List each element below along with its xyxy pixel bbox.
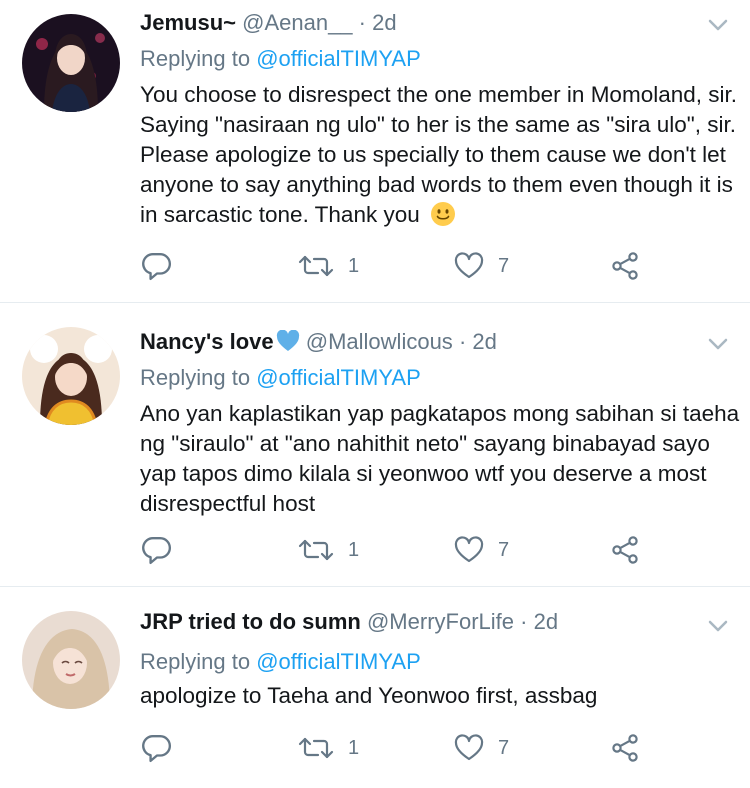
tweet[interactable]: Jemusu~ @Aenan__ · 2d Replying to @offic…	[0, 0, 750, 303]
display-name-text: Nancy's love	[140, 329, 274, 354]
retweet-button[interactable]: 1	[298, 730, 359, 766]
tweet-text: You choose to disrespect the one member …	[140, 80, 740, 230]
like-icon	[454, 734, 484, 762]
display-name[interactable]: Jemusu~	[140, 10, 236, 35]
tweet-body: Ano yan kaplastikan yap pagkatapos mong …	[140, 401, 740, 516]
tweet-actions: 1 7	[140, 248, 660, 284]
timestamp[interactable]: 2d	[534, 609, 558, 634]
reply-button[interactable]	[142, 248, 172, 284]
like-icon	[454, 252, 484, 280]
reply-icon	[142, 733, 172, 763]
tweet-body: apologize to Taeha and Yeonwoo first, as…	[140, 683, 598, 708]
avatar[interactable]	[22, 14, 120, 112]
mention-link[interactable]: @officialTIMYAP	[256, 46, 421, 71]
avatar[interactable]	[22, 611, 120, 709]
retweet-button[interactable]: 1	[298, 248, 359, 284]
tweet[interactable]: JRP tried to do sumn @MerryForLife · 2d …	[0, 587, 750, 788]
like-button[interactable]: 7	[454, 730, 509, 766]
tweet-header: JRP tried to do sumn @MerryForLife · 2d	[140, 607, 558, 637]
separator-dot: ·	[458, 329, 467, 354]
retweet-icon	[298, 536, 334, 564]
chevron-down-icon[interactable]	[708, 18, 728, 32]
tweet-header: Nancy's love @Mallowlicous · 2d	[140, 327, 497, 357]
display-name[interactable]: JRP tried to do sumn	[140, 609, 361, 634]
tweet-text: Ano yan kaplastikan yap pagkatapos mong …	[140, 399, 740, 519]
reply-button[interactable]	[142, 730, 172, 766]
timestamp[interactable]: 2d	[472, 329, 496, 354]
username[interactable]: @Mallowlicous	[306, 329, 453, 354]
tweet-text: apologize to Taeha and Yeonwoo first, as…	[140, 681, 740, 711]
share-icon	[610, 733, 640, 763]
tweet-header: Jemusu~ @Aenan__ · 2d	[140, 8, 397, 38]
share-button[interactable]	[610, 248, 640, 284]
separator-dot: ·	[358, 10, 366, 35]
replying-to: Replying to @officialTIMYAP	[140, 647, 421, 677]
share-button[interactable]	[610, 730, 640, 766]
share-icon	[610, 251, 640, 281]
retweet-count: 1	[348, 538, 360, 561]
retweet-icon	[298, 252, 334, 280]
avatar[interactable]	[22, 327, 120, 425]
mention-link[interactable]: @officialTIMYAP	[256, 649, 421, 674]
like-count: 7	[498, 736, 510, 759]
timestamp[interactable]: 2d	[372, 10, 396, 35]
share-button[interactable]	[610, 532, 640, 568]
reply-icon	[142, 251, 172, 281]
like-count: 7	[498, 538, 510, 561]
chevron-down-icon[interactable]	[708, 337, 728, 351]
reply-icon	[142, 535, 172, 565]
replying-to: Replying to @officialTIMYAP	[140, 363, 421, 393]
display-name[interactable]: Nancy's love	[140, 329, 300, 354]
replying-label: Replying to	[140, 365, 257, 390]
tweet-actions: 1 7	[140, 532, 660, 568]
tweet[interactable]: Nancy's love @Mallowlicous · 2d Replying…	[0, 303, 750, 587]
username[interactable]: @Aenan__	[242, 10, 352, 35]
replying-label: Replying to	[140, 649, 257, 674]
like-button[interactable]: 7	[454, 248, 509, 284]
replying-to: Replying to @officialTIMYAP	[140, 44, 421, 74]
retweet-count: 1	[348, 254, 360, 277]
smiley-emoji	[431, 202, 455, 226]
like-count: 7	[498, 254, 510, 277]
tweet-actions: 1 7	[140, 730, 660, 766]
chevron-down-icon[interactable]	[708, 619, 728, 633]
retweet-button[interactable]: 1	[298, 532, 359, 568]
like-icon	[454, 536, 484, 564]
retweet-icon	[298, 734, 334, 762]
username[interactable]: @MerryForLife	[367, 609, 514, 634]
blue-heart-emoji	[276, 330, 299, 351]
share-icon	[610, 535, 640, 565]
separator-dot: ·	[520, 609, 528, 634]
reply-button[interactable]	[142, 532, 172, 568]
retweet-count: 1	[348, 736, 360, 759]
like-button[interactable]: 7	[454, 532, 509, 568]
mention-link[interactable]: @officialTIMYAP	[256, 365, 421, 390]
replying-label: Replying to	[140, 46, 257, 71]
